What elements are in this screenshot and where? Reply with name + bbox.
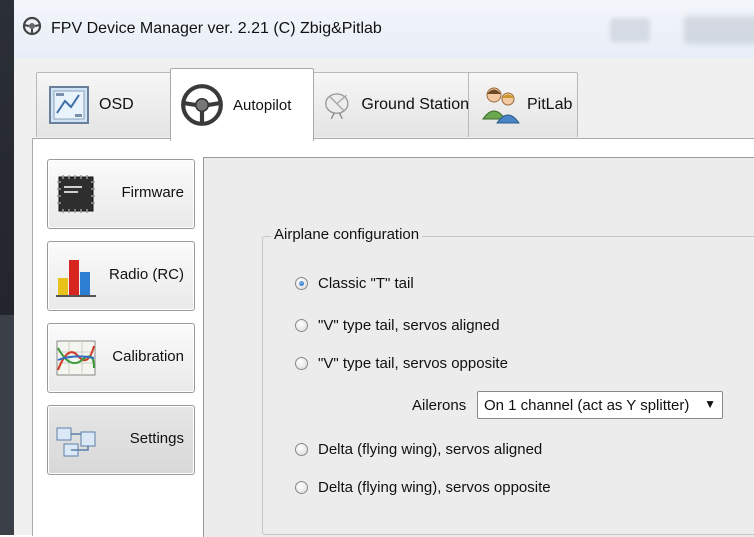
tab-label: Autopilot [233, 96, 292, 114]
tab-label: PitLab [527, 96, 573, 113]
group-title: Airplane configuration [271, 226, 423, 243]
satellite-dish-icon [325, 93, 349, 120]
main-tabs: OSD Autopilot Ground Station PitLab [14, 58, 754, 141]
radio-button[interactable] [295, 277, 308, 290]
radio-delta-opposite[interactable]: Delta (flying wing), servos opposite [295, 479, 551, 496]
people-icon [482, 87, 520, 124]
desktop-edge [0, 0, 14, 535]
ailerons-select[interactable]: On 1 channel (act as Y splitter) ▼ [477, 391, 723, 419]
sidebar-item-radio[interactable]: Radio (RC) [47, 241, 195, 311]
sidebar-item-label: Firmware [121, 184, 185, 201]
tab-pitlab[interactable]: PitLab [468, 72, 578, 137]
steering-wheel-icon [22, 16, 42, 36]
tab-label: Ground Station [361, 96, 469, 113]
radio-button[interactable] [295, 481, 308, 494]
chip-icon [57, 175, 95, 213]
window-control-blurred[interactable] [610, 18, 650, 42]
tab-osd[interactable]: OSD [36, 72, 172, 137]
steering-wheel-icon [181, 84, 223, 126]
sidebar-item-calibration[interactable]: Calibration [47, 323, 195, 393]
radio-v-tail-aligned[interactable]: "V" type tail, servos aligned [295, 317, 500, 334]
chevron-down-icon[interactable]: ▼ [704, 397, 716, 411]
sidebar: Firmware Radio (RC) Calibration Settings [33, 139, 203, 536]
bar-chart-icon [56, 260, 96, 297]
tab-ground-station[interactable]: Ground Station [312, 72, 470, 137]
airplane-config-group: Airplane configuration Classic "T" tail … [262, 226, 754, 535]
settings-diagram-icon [56, 427, 96, 457]
radio-label: Classic "T" tail [318, 275, 414, 292]
app-window: FPV Device Manager ver. 2.21 (C) Zbig&Pi… [0, 0, 754, 537]
ailerons-row: Ailerons On 1 channel (act as Y splitter… [263, 391, 754, 421]
sidebar-item-label: Calibration [112, 348, 184, 365]
ailerons-select-value: On 1 channel (act as Y splitter) [484, 397, 690, 414]
sidebar-item-label: Radio (RC) [108, 266, 184, 283]
sidebar-item-settings[interactable]: Settings [47, 405, 195, 475]
curves-icon [56, 340, 96, 376]
radio-label: "V" type tail, servos aligned [318, 317, 500, 334]
radio-classic-t-tail[interactable]: Classic "T" tail [295, 275, 414, 292]
tab-autopilot[interactable]: Autopilot [170, 68, 314, 141]
radio-delta-aligned[interactable]: Delta (flying wing), servos aligned [295, 441, 542, 458]
radio-button[interactable] [295, 443, 308, 456]
radio-button[interactable] [295, 357, 308, 370]
tab-label: OSD [99, 96, 134, 113]
radio-v-tail-opposite[interactable]: "V" type tail, servos opposite [295, 355, 508, 372]
autopilot-panel: Firmware Radio (RC) Calibration Settings… [32, 138, 754, 537]
radio-label: "V" type tail, servos opposite [318, 355, 508, 372]
radio-label: Delta (flying wing), servos opposite [318, 479, 551, 496]
sidebar-item-label: Settings [129, 430, 184, 447]
settings-content: Airplane configuration Classic "T" tail … [203, 157, 754, 537]
ailerons-label: Ailerons [412, 397, 467, 414]
osd-icon [49, 86, 89, 124]
title-bar[interactable]: FPV Device Manager ver. 2.21 (C) Zbig&Pi… [14, 0, 754, 59]
radio-label: Delta (flying wing), servos aligned [318, 441, 543, 458]
window-title: FPV Device Manager ver. 2.21 (C) Zbig&Pi… [51, 20, 382, 37]
window-control-blurred[interactable] [684, 16, 754, 44]
sidebar-item-firmware[interactable]: Firmware [47, 159, 195, 229]
radio-button[interactable] [295, 319, 308, 332]
